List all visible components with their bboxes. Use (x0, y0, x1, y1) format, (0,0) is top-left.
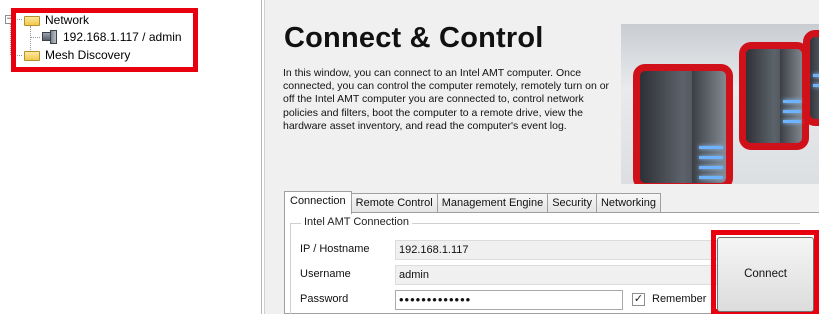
hostname-field[interactable]: 192.168.1.117 (395, 240, 725, 260)
tab-security[interactable]: Security (547, 193, 597, 213)
page-title: Connect & Control (284, 22, 544, 54)
group-title: Intel AMT Connection (301, 216, 412, 228)
computers-illustration (621, 24, 819, 184)
connect-button[interactable]: Connect (717, 237, 814, 312)
hostname-label: IP / Hostname (300, 243, 370, 255)
remember-label: Remember (652, 293, 707, 305)
page-description: In this window, you can connect to an In… (283, 67, 610, 132)
tab-connection[interactable]: Connection (284, 191, 352, 214)
highlight-box-tree (11, 8, 198, 72)
tab-strip: Connection Remote Control Management Eng… (284, 191, 661, 214)
username-field[interactable]: admin (395, 265, 725, 285)
username-label: Username (300, 268, 351, 280)
password-label: Password (300, 293, 349, 305)
remember-checkbox[interactable]: ✓ (632, 293, 645, 306)
tab-management-engine[interactable]: Management Engine (436, 193, 549, 213)
password-field[interactable]: ••••••••••••• (395, 290, 623, 310)
tab-networking[interactable]: Networking (595, 193, 661, 213)
tab-remote-control[interactable]: Remote Control (350, 193, 438, 213)
